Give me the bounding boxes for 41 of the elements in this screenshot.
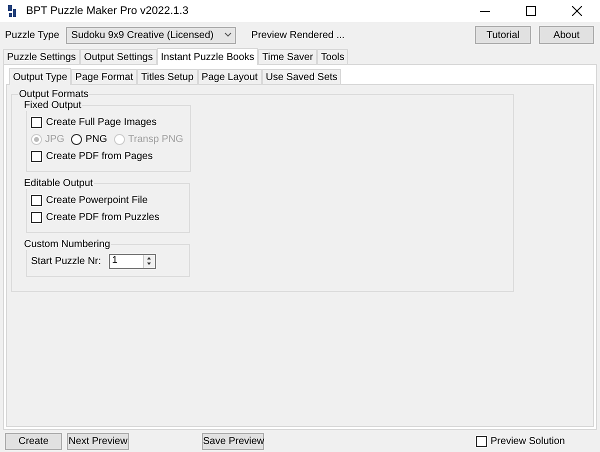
tab[interactable]: Output Type <box>9 68 72 85</box>
checkbox[interactable] <box>31 150 42 162</box>
tab[interactable]: Tools <box>317 49 348 64</box>
puzzle-type-dropdown[interactable]: Sudoku 9x9 Creative (Licensed) <box>66 26 236 44</box>
toolbar-button[interactable]: Tutorial <box>475 26 531 44</box>
checkbox[interactable] <box>31 194 42 206</box>
number-spinner[interactable]: 1 <box>109 254 156 268</box>
tab[interactable]: Instant Puzzle Books <box>156 48 258 65</box>
field-label: Start Puzzle Nr: <box>31 256 102 266</box>
tab[interactable]: Titles Setup <box>137 69 198 84</box>
group-title: Fixed Output <box>23 100 82 111</box>
field-label: Puzzle Type <box>5 30 60 40</box>
action-button[interactable]: Save Preview <box>202 433 264 450</box>
tab[interactable]: Page Layout <box>198 69 262 84</box>
tab[interactable]: Page Format <box>71 69 138 84</box>
radio-label: JPG <box>45 134 64 144</box>
checkbox[interactable] <box>476 436 487 447</box>
group-title: Editable Output <box>23 178 94 189</box>
window-title: BPT Puzzle Maker Pro v2022.1.3 <box>26 5 190 17</box>
checkbox-label: Preview Solution <box>490 436 565 447</box>
group-title: Output Formats <box>18 89 90 100</box>
radio-button[interactable] <box>71 134 82 144</box>
close-icon[interactable] <box>572 6 582 16</box>
checkbox-label: Create PDF from Puzzles <box>46 212 160 222</box>
tab[interactable]: Output Settings <box>80 49 157 64</box>
checkbox[interactable] <box>31 212 42 222</box>
action-button[interactable]: Create <box>5 433 62 450</box>
checkbox[interactable] <box>31 116 42 128</box>
toolbar-button[interactable]: About <box>539 26 594 44</box>
maximize-icon[interactable] <box>526 6 536 16</box>
status-text: Preview Rendered ... <box>251 30 346 40</box>
radio-label: PNG <box>85 134 108 144</box>
checkbox-label: Create Powerpoint File <box>46 194 148 206</box>
checkbox-label: Create PDF from Pages <box>46 150 153 162</box>
checkbox-label: Create Full Page Images <box>46 116 157 128</box>
tab[interactable]: Use Saved Sets <box>262 69 342 84</box>
radio-label: Transp PNG <box>128 134 184 144</box>
tab[interactable]: Puzzle Settings <box>3 49 80 64</box>
tab[interactable]: Time Saver <box>258 49 318 64</box>
action-button[interactable]: Next Preview <box>67 433 129 450</box>
group-title: Custom Numbering <box>23 239 112 250</box>
